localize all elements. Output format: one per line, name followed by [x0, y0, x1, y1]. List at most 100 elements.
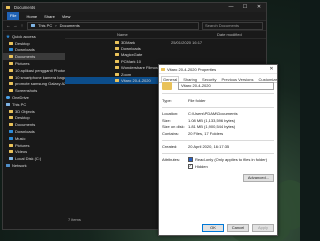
sidebar-item[interactable]: Desktop: [3, 115, 65, 122]
folder-icon: [9, 55, 13, 59]
file-name-cell: PCMark 10: [65, 59, 171, 64]
folder-icon: [9, 116, 13, 120]
checkbox-checked-icon: [188, 163, 193, 169]
advanced-button[interactable]: Advanced...: [242, 174, 274, 182]
title-bar: Documents — ☐ ✕: [3, 3, 266, 12]
folder-icon: [9, 62, 13, 66]
sidebar-item-label: Desktop: [15, 40, 30, 46]
tab-share[interactable]: Share: [44, 14, 55, 19]
tab-file[interactable]: File: [7, 12, 20, 20]
sidebar-item-label: promote samsung Galaxy A21: [15, 81, 65, 87]
checkbox-indeterminate-icon: [188, 157, 193, 162]
close-button[interactable]: ✕: [255, 3, 263, 12]
divider: [162, 106, 274, 108]
file-name: Downloads: [121, 46, 141, 52]
file-name: Vitaro 20-4-2020: [121, 78, 151, 84]
divider: [162, 93, 274, 94]
folder-icon: [9, 41, 13, 45]
folder-icon: [6, 6, 10, 9]
forward-arrow-icon[interactable]: →: [13, 23, 18, 28]
folder-icon: [115, 59, 119, 63]
location-label: Location:: [162, 111, 179, 117]
breadcrumb-documents[interactable]: Documents: [60, 23, 80, 28]
tab-view[interactable]: View: [62, 14, 71, 19]
created-label: Created:: [162, 144, 178, 150]
up-arrow-icon[interactable]: ↑: [20, 23, 24, 28]
contains-value: 20 Files, 17 Folders: [188, 130, 224, 136]
sidebar-item[interactable]: Music: [3, 135, 65, 142]
divider: [162, 139, 274, 141]
type-value: File folder: [188, 97, 206, 103]
back-arrow-icon[interactable]: ←: [6, 23, 11, 28]
sidebar-item[interactable]: This PC: [3, 101, 65, 108]
minimize-button[interactable]: —: [227, 3, 235, 12]
column-header-date[interactable]: Date modified: [177, 32, 242, 37]
sidebar-item[interactable]: 10 smartphone kamera bagus Rp 1: [3, 74, 65, 81]
sidebar-item-label: Documents: [15, 122, 36, 128]
hidden-checkbox[interactable]: Hidden: [188, 163, 267, 169]
created-value: 20 April 2020, 16:17:35: [188, 144, 230, 150]
attributes-label: Attributes:: [162, 157, 181, 162]
folder-icon: [9, 68, 13, 72]
sidebar-item[interactable]: Quick access: [3, 33, 65, 40]
read-only-checkbox[interactable]: Read-only (Only applies to files in fold…: [188, 157, 267, 162]
folder-icon: [115, 72, 119, 76]
file-name-cell: Zoom: [65, 72, 171, 77]
sidebar-item[interactable]: Network: [3, 162, 65, 169]
maximize-button[interactable]: ☐: [241, 3, 249, 12]
hidden-label: Hidden: [195, 164, 208, 169]
sidebar-item[interactable]: Pictures: [3, 60, 65, 67]
network-icon: [6, 164, 10, 168]
music-icon: [9, 136, 13, 140]
sidebar-item[interactable]: Local Disk (C:): [3, 155, 65, 162]
folder-icon: [9, 150, 13, 154]
sidebar-item-label: Pictures: [15, 142, 30, 148]
folder-icon: [162, 81, 172, 90]
breadcrumb-this-pc[interactable]: This PC: [38, 23, 52, 28]
apply-button[interactable]: Apply: [252, 224, 274, 232]
file-name: Zoom: [121, 71, 132, 77]
window-title: Documents: [14, 5, 36, 10]
sidebar-item[interactable]: Documents: [3, 121, 65, 128]
folder-icon: [9, 143, 13, 147]
column-headers: Name Date modified: [65, 31, 266, 39]
sidebar-item[interactable]: 10 aplikasi pengganti Photoshop: [3, 67, 65, 74]
sidebar-item[interactable]: Screenshots: [3, 87, 65, 94]
sidebar-item-label: 10 aplikasi pengganti Photoshop: [15, 67, 65, 73]
column-header-name[interactable]: Name: [65, 32, 177, 37]
sidebar-item[interactable]: Downloads: [3, 128, 65, 135]
ok-button[interactable]: OK: [202, 224, 224, 232]
sidebar-item[interactable]: OneDrive: [3, 94, 65, 101]
cloud-icon: [6, 96, 10, 100]
file-name: PCMark 10: [121, 58, 142, 64]
sidebar-item-label: Pictures: [15, 61, 30, 67]
folder-name-field[interactable]: Vitaro 20-4-2020: [178, 81, 274, 90]
download-icon: [9, 130, 13, 134]
size-label: Size:: [162, 117, 171, 123]
folder-icon: [9, 109, 13, 113]
search-input[interactable]: Search Documents: [202, 21, 263, 30]
address-bar[interactable]: This PC › Documents: [27, 21, 199, 30]
sidebar-item[interactable]: Videos: [3, 149, 65, 156]
folder-icon: [115, 53, 119, 57]
ribbon-tabs: File Home Share View: [3, 12, 266, 21]
dialog-title-bar: Vitaro 20-4-2020 Properties ✕: [159, 65, 277, 74]
search-placeholder: Search Documents: [205, 23, 240, 28]
sidebar-item[interactable]: Pictures: [3, 142, 65, 149]
folder-icon: [115, 66, 119, 70]
sidebar-item[interactable]: Desktop: [3, 40, 65, 47]
file-row[interactable]: 3DMark 25/01/2020 16:17: [65, 39, 266, 45]
sidebar-item[interactable]: Documents: [3, 53, 65, 61]
folder-icon: [9, 123, 13, 127]
close-icon[interactable]: ✕: [268, 66, 275, 72]
star-icon: [6, 34, 10, 39]
breadcrumb-separator-icon: ›: [55, 23, 57, 28]
divider: [162, 153, 274, 154]
cancel-button[interactable]: Cancel: [227, 224, 249, 232]
sidebar-item[interactable]: 3D Objects: [3, 108, 65, 115]
folder-icon: [9, 75, 13, 79]
sidebar-item-label: Downloads: [15, 47, 35, 53]
tab-home[interactable]: Home: [26, 14, 37, 19]
sidebar-item[interactable]: promote samsung Galaxy A21: [3, 81, 65, 88]
sidebar-item[interactable]: Downloads: [3, 47, 65, 54]
